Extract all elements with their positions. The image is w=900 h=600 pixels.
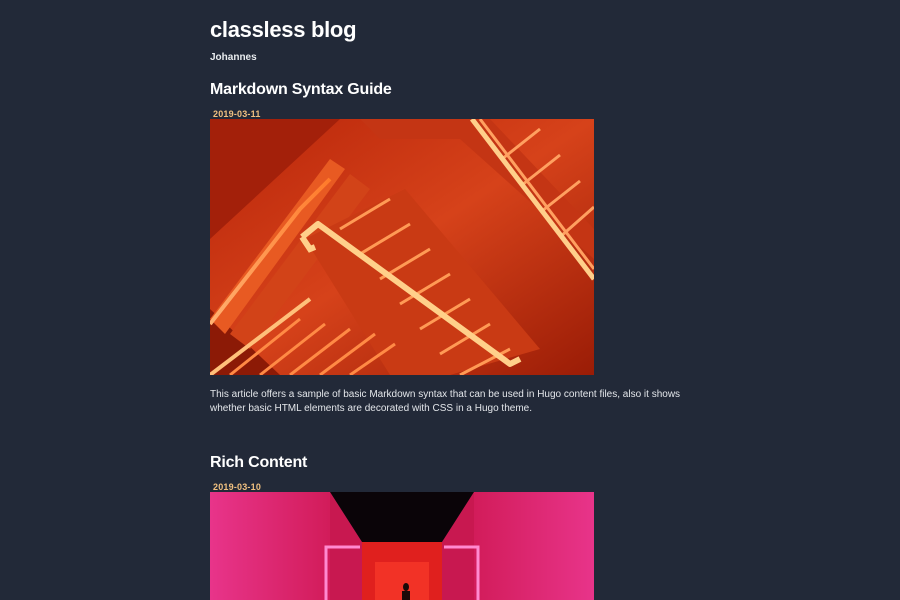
author-name: Johannes (210, 52, 257, 63)
post-date: 2019-03-11 (213, 109, 261, 119)
post-featured-image-corridor[interactable] (210, 492, 594, 600)
post-summary: This article offers a sample of basic Ma… (210, 389, 681, 414)
staircase-photo (210, 119, 594, 375)
corridor-photo (210, 492, 594, 600)
post-date: 2019-03-10 (213, 482, 262, 492)
site-title[interactable]: classless blog (210, 17, 357, 43)
post-title-link[interactable]: Markdown Syntax Guide (210, 81, 392, 99)
page: classless blog Johannes Markdown Syntax … (0, 0, 900, 600)
post-title-link[interactable]: Rich Content (210, 454, 307, 472)
post-featured-image-stairs[interactable] (210, 119, 594, 375)
